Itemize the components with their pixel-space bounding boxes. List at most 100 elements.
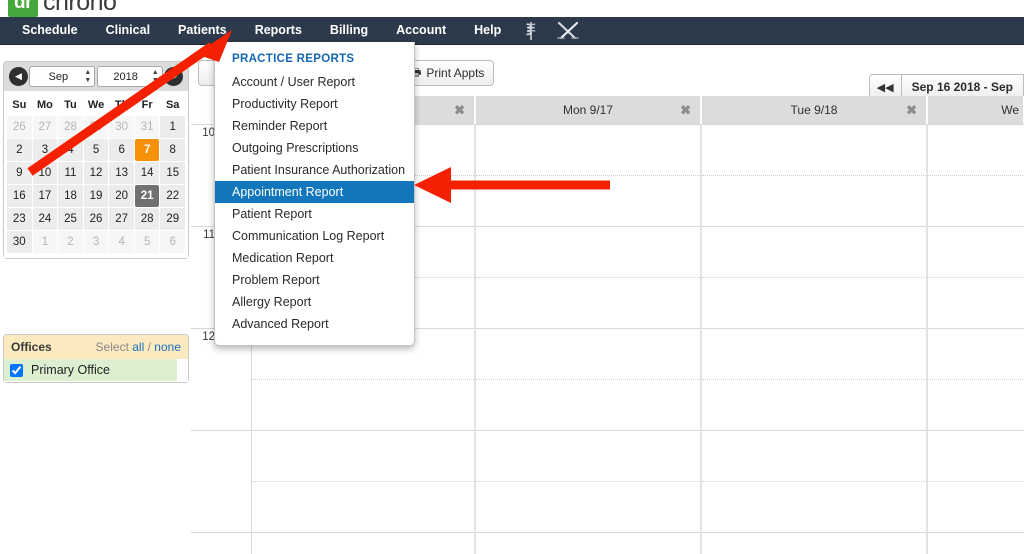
offices-select-all-link[interactable]: all <box>132 340 144 354</box>
nav-item-schedule[interactable]: Schedule <box>8 17 92 44</box>
office-checkbox-primary[interactable] <box>10 363 23 377</box>
calendar-weekday-we: We <box>87 99 105 111</box>
calendar-day-cell[interactable]: 22 <box>160 185 185 207</box>
calendar-day-cell[interactable]: 23 <box>7 208 32 230</box>
nav-item-help[interactable]: Help <box>460 17 515 44</box>
reports-dropdown-menu: PRACTICE REPORTS Account / User Report Pr… <box>214 42 415 346</box>
calendar-day-cell[interactable]: 27 <box>32 116 58 138</box>
calendar-day-cell[interactable]: 9 <box>7 162 32 184</box>
calendar-day-cell[interactable]: 26 <box>7 116 32 138</box>
day-column-body-1[interactable] <box>476 124 702 554</box>
dropdown-section-title: PRACTICE REPORTS <box>232 53 355 65</box>
calendar-day-cell[interactable]: 5 <box>83 139 109 161</box>
dropdown-item-patient-insurance-authorization[interactable]: Patient Insurance Authorization <box>215 159 414 181</box>
calendar-year-select[interactable]: 2018 ▲ ▼ <box>96 66 163 87</box>
calendar-day-cell[interactable]: 2 <box>58 231 83 253</box>
day-column-close-icon-2[interactable]: ✖ <box>906 104 917 117</box>
calendar-day-cell[interactable]: 5 <box>134 231 160 253</box>
offices-select-controls: Select all / none <box>96 340 181 354</box>
offices-select-none-link[interactable]: none <box>154 340 181 354</box>
dropdown-items: Account / User Report Productivity Report… <box>215 71 414 335</box>
dropdown-item-productivity-report[interactable]: Productivity Report <box>215 93 414 115</box>
calendar-day-cell[interactable]: 25 <box>58 208 83 230</box>
calendar-day-cell[interactable]: 28 <box>134 208 160 230</box>
calendar-prev-month-button[interactable]: ◀ <box>9 67 28 86</box>
dropdown-item-reminder-report[interactable]: Reminder Report <box>215 115 414 137</box>
day-column-close-icon-1[interactable]: ✖ <box>680 104 691 117</box>
day-column-body-2[interactable] <box>702 124 928 554</box>
calendar-day-cell[interactable]: 29 <box>83 116 109 138</box>
calendar-day-cell[interactable]: 13 <box>109 162 134 184</box>
calendar-day-cell[interactable]: 11 <box>58 162 83 184</box>
calendar-day-cell[interactable]: 16 <box>7 185 32 207</box>
calendar-day-cell[interactable]: 20 <box>109 185 134 207</box>
calendar-day-cell[interactable]: 30 <box>7 231 32 253</box>
day-column-header-1[interactable]: Mon 9/17 ✖ <box>476 96 702 124</box>
nav-item-reports[interactable]: Reports <box>241 17 316 44</box>
calendar-day-cell[interactable]: 1 <box>32 231 58 253</box>
calendar-day-cell[interactable]: 19 <box>83 185 109 207</box>
brand-header: dr chrono <box>0 0 1024 17</box>
calendar-next-month-button[interactable]: ▶ <box>163 67 183 86</box>
mini-calendar-table: Su Mo Tu We Th Fr Sa 26 27 28 29 30 31 1 2 3 4 5 6 7 8 9 10 11… <box>6 94 186 254</box>
calendar-day-cell[interactable]: 8 <box>160 139 185 161</box>
calendar-day-cell[interactable]: 3 <box>83 231 109 253</box>
nav-items: Schedule Clinical Patients Reports Billi… <box>0 17 1024 44</box>
dropdown-item-medication-report[interactable]: Medication Report <box>215 247 414 269</box>
calendar-weekday-fr: Fr <box>141 99 153 111</box>
calendar-day-cell[interactable]: 14 <box>134 162 160 184</box>
calendar-week-row: 23 24 25 26 27 28 29 <box>7 208 185 230</box>
calendar-day-cell[interactable]: 21 <box>134 185 160 207</box>
caduceus-icon[interactable] <box>515 17 547 44</box>
calendar-day-cell[interactable]: 1 <box>160 116 185 138</box>
day-column-label-3: We <box>1001 103 1019 117</box>
nav-item-account[interactable]: Account <box>382 17 460 44</box>
day-column-close-icon-0[interactable]: ✖ <box>454 104 465 117</box>
calendar-weekday-su: Su <box>12 99 27 111</box>
dropdown-item-problem-report[interactable]: Problem Report <box>215 269 414 291</box>
logo-wordmark: chrono <box>43 0 117 16</box>
calendar-day-cell[interactable]: 17 <box>32 185 58 207</box>
calendar-day-cell[interactable]: 18 <box>58 185 83 207</box>
nav-item-patients[interactable]: Patients <box>164 17 241 44</box>
calendar-day-cell[interactable]: 2 <box>7 139 32 161</box>
print-appts-label: Print Appts <box>426 66 485 80</box>
calendar-day-cell[interactable]: 27 <box>109 208 134 230</box>
nav-item-clinical[interactable]: Clinical <box>92 17 164 44</box>
drchrono-logo[interactable]: dr chrono <box>8 0 117 17</box>
calendar-day-cell[interactable]: 4 <box>58 139 83 161</box>
dropdown-item-appointment-report[interactable]: Appointment Report <box>215 181 414 203</box>
calendar-day-cell[interactable]: 30 <box>109 116 134 138</box>
nav-item-billing[interactable]: Billing <box>316 17 382 44</box>
calendar-day-cell[interactable]: 12 <box>83 162 109 184</box>
offices-panel: Offices Select all / none Primary Office <box>3 334 189 383</box>
crossed-swords-icon[interactable] <box>547 17 589 44</box>
dropdown-item-outgoing-prescriptions[interactable]: Outgoing Prescriptions <box>215 137 414 159</box>
calendar-day-cell[interactable]: 10 <box>32 162 58 184</box>
dropdown-item-communication-log-report[interactable]: Communication Log Report <box>215 225 414 247</box>
calendar-day-cell[interactable]: 6 <box>109 139 134 161</box>
left-sidebar: ◀ Sep ▲ ▼ 2018 ▲ ▼ ▶ Su Mo Tu We Th Fr Sa 26 27 28… <box>0 46 191 554</box>
calendar-day-cell[interactable]: 31 <box>134 116 160 138</box>
calendar-day-cell[interactable]: 29 <box>160 208 185 230</box>
dropdown-item-patient-report[interactable]: Patient Report <box>215 203 414 225</box>
calendar-day-cell[interactable]: 26 <box>83 208 109 230</box>
mini-calendar-header: ◀ Sep ▲ ▼ 2018 ▲ ▼ ▶ <box>4 62 188 91</box>
calendar-day-cell[interactable]: 15 <box>160 162 185 184</box>
print-appts-button[interactable]: 🖶 Print Appts <box>401 60 495 86</box>
day-column-body-3[interactable] <box>928 124 1024 554</box>
calendar-day-cell[interactable]: 6 <box>160 231 185 253</box>
calendar-day-cell[interactable]: 4 <box>109 231 134 253</box>
calendar-month-select[interactable]: Sep ▲ ▼ <box>29 66 96 87</box>
dropdown-item-account-user-report[interactable]: Account / User Report <box>215 71 414 93</box>
calendar-day-cell[interactable]: 3 <box>32 139 58 161</box>
dropdown-item-allergy-report[interactable]: Allergy Report <box>215 291 414 313</box>
calendar-day-cell[interactable]: 28 <box>58 116 83 138</box>
calendar-day-cell[interactable]: 7 <box>134 139 160 161</box>
office-row-primary[interactable]: Primary Office <box>4 359 177 382</box>
day-column-header-2[interactable]: Tue 9/18 ✖ <box>702 96 928 124</box>
day-column-header-3[interactable]: We <box>928 96 1024 124</box>
calendar-day-cell[interactable]: 24 <box>32 208 58 230</box>
dropdown-item-advanced-report[interactable]: Advanced Report <box>215 313 414 335</box>
calendar-week-row: 26 27 28 29 30 31 1 <box>7 116 185 138</box>
